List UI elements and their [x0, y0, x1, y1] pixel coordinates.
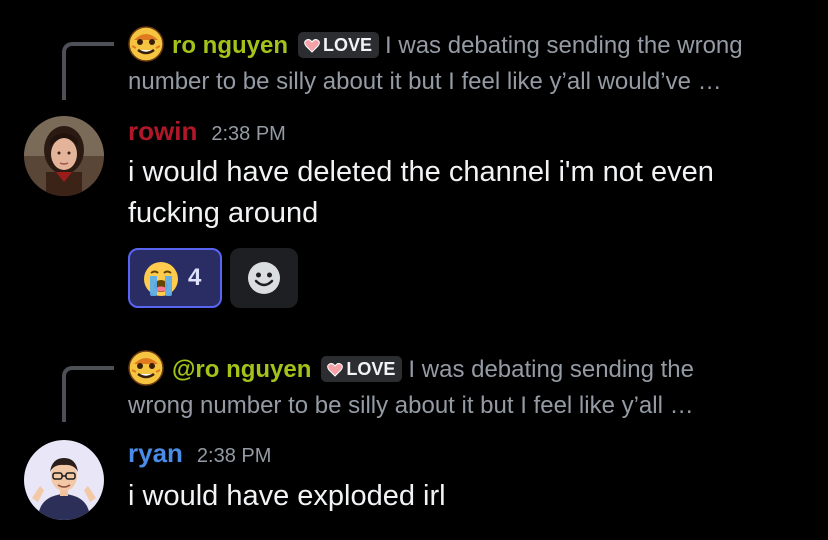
message-content: i would have exploded irl: [128, 480, 446, 512]
loudly-crying-face-icon: [144, 262, 178, 296]
message-ryan: @ro nguyen LOVE I was debating sending the…: [0, 340, 828, 540]
message-header: rowin 2:38 PM: [128, 114, 286, 151]
avatar-rowin-image: [24, 116, 104, 196]
reply-text: I was debating sending the: [408, 356, 694, 383]
avatar-rowin[interactable]: [24, 116, 104, 196]
heart-icon: [327, 363, 344, 377]
message-content: i would have deleted the channel i'm not…: [128, 152, 788, 234]
heart-icon: [304, 39, 320, 53]
reply-preview[interactable]: @ro nguyen LOVE I was debating sending the…: [128, 350, 808, 424]
timestamp[interactable]: 2:38 PM: [197, 445, 271, 467]
add-reaction-button[interactable]: [230, 248, 298, 308]
reply-spine: [62, 42, 114, 100]
reply-text-line: wrong number to be silly about it but I …: [128, 392, 694, 419]
message-rowin: ro nguyen LOVE I was debating sending the …: [0, 0, 828, 320]
reaction-loudly-crying[interactable]: 4: [128, 248, 222, 308]
username-rowin[interactable]: rowin: [128, 116, 197, 146]
avatar-ryan[interactable]: [24, 440, 104, 520]
reply-avatar-icon[interactable]: [128, 26, 164, 62]
reply-spine: [62, 366, 114, 422]
message-line: i would have deleted the channel i'm not…: [128, 156, 714, 188]
reply-author[interactable]: ro nguyen: [172, 32, 288, 59]
love-badge-label: LOVE: [346, 359, 396, 379]
reply-preview[interactable]: ro nguyen LOVE I was debating sending the …: [128, 26, 808, 100]
love-badge-label: LOVE: [323, 35, 373, 55]
avatar-ryan-image: [24, 440, 104, 520]
love-badge: LOVE: [321, 356, 403, 382]
love-badge: LOVE: [298, 32, 380, 58]
message-header: ryan 2:38 PM: [128, 436, 271, 473]
timestamp[interactable]: 2:38 PM: [211, 123, 285, 145]
reply-author[interactable]: @ro nguyen: [172, 356, 311, 383]
reply-avatar-icon[interactable]: [128, 350, 164, 386]
username-ryan[interactable]: ryan: [128, 438, 183, 468]
reaction-count: 4: [188, 264, 202, 291]
smiley-add-reaction-icon: [248, 262, 280, 294]
message-line: fucking around: [128, 197, 319, 229]
reply-line: @ro nguyen LOVE I was debating sending the: [128, 350, 808, 388]
